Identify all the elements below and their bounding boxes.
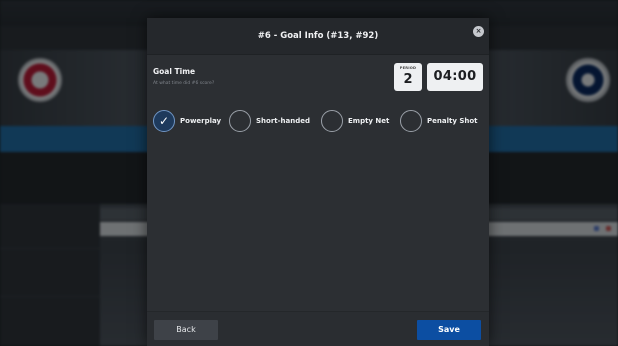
empty-net-checkbox[interactable] [321,110,343,132]
goal-time-sublabel: At what time did #6 score? [153,81,215,86]
option-powerplay[interactable]: ✓ Powerplay [153,110,225,132]
check-icon: ✓ [159,114,170,128]
option-empty-net[interactable]: Empty Net [321,110,397,132]
period-label: PERIOD [399,66,417,70]
option-short-handed[interactable]: Short-handed [229,110,319,132]
close-icon[interactable]: × [473,26,484,37]
modal-header: #6 - Goal Info (#13, #92) × [147,18,489,55]
goal-time-label: Goal Time [153,67,196,76]
option-label: Powerplay [180,117,222,125]
period-selector[interactable]: PERIOD 2 [394,63,422,91]
penalty-shot-checkbox[interactable] [400,110,422,132]
period-value: 2 [403,72,413,87]
modal-footer: Back Save [147,311,489,346]
option-label: Empty Net [348,117,390,125]
powerplay-checkbox[interactable]: ✓ [153,110,175,132]
goal-time-input[interactable]: 04:00 [427,63,483,91]
option-label: Short-handed [256,117,310,125]
goal-info-modal: #6 - Goal Info (#13, #92) × Goal Time At… [147,18,489,346]
modal-title: #6 - Goal Info (#13, #92) [257,31,379,41]
option-label: Penalty Shot [427,117,478,125]
option-penalty-shot[interactable]: Penalty Shot [400,110,486,132]
save-button[interactable]: Save [417,320,481,340]
back-button[interactable]: Back [154,320,218,340]
short-handed-checkbox[interactable] [229,110,251,132]
